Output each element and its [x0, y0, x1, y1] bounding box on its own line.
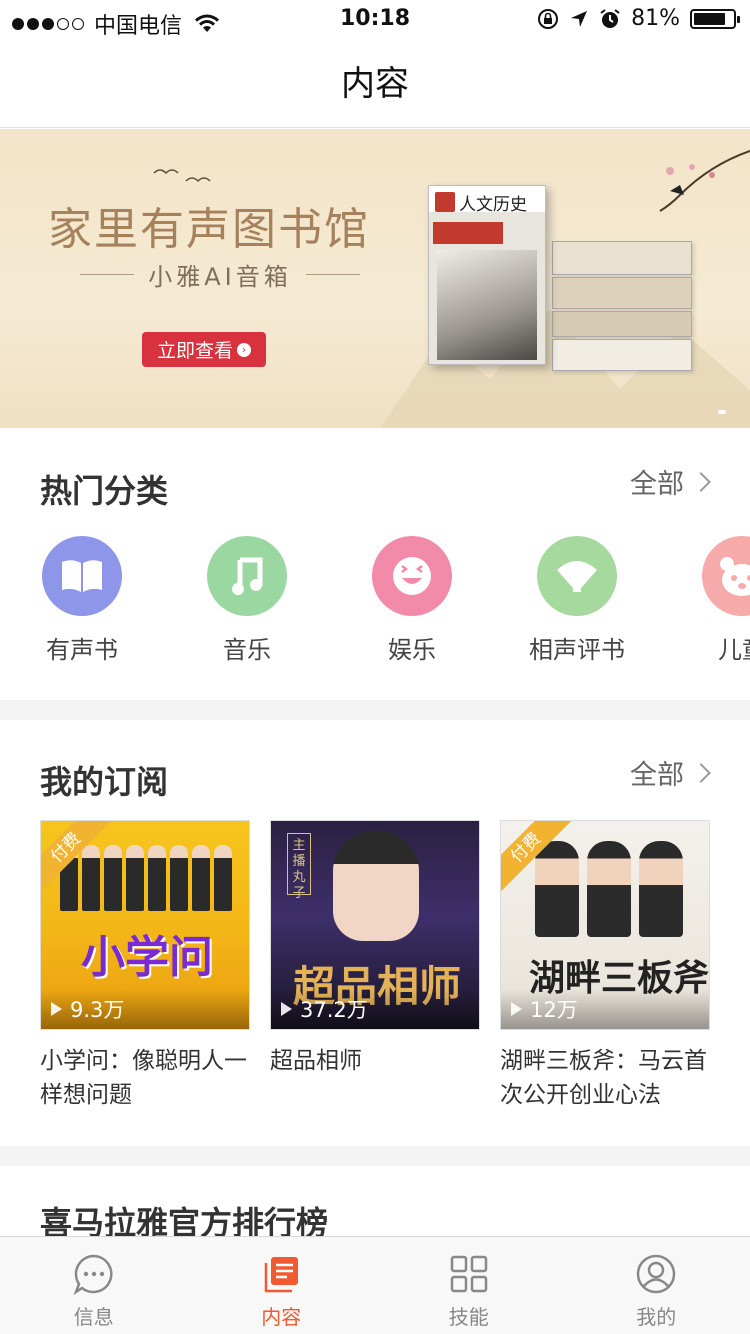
- tab-label: 信息: [73, 1305, 114, 1329]
- cover-hosts: [529, 841, 689, 941]
- magazine-logo-icon: [435, 192, 455, 212]
- category-label: 有声书: [46, 636, 118, 664]
- play-count-value: 12万: [530, 998, 578, 1022]
- category-entertainment[interactable]: 娱乐: [337, 536, 487, 665]
- tab-label: 我的: [636, 1305, 677, 1329]
- banner-subtitle-row: 小雅AI音箱: [80, 257, 360, 292]
- hot-categories-all-label: 全部: [630, 469, 684, 500]
- book-stack-item: [552, 277, 692, 309]
- play-icon: [511, 1002, 522, 1016]
- album-cover[interactable]: 主播丸子 超品相师 37.2万: [270, 820, 480, 1030]
- fan-icon: [537, 536, 617, 616]
- battery-level: [694, 12, 725, 25]
- status-right: 81%: [537, 6, 740, 31]
- subscription-card[interactable]: 主播丸子 超品相师 37.2万 超品相师: [270, 820, 480, 1078]
- banner-divider-right: [305, 274, 360, 275]
- tab-messages[interactable]: 信息: [0, 1237, 188, 1334]
- carousel-indicator: [718, 410, 726, 414]
- play-count: 12万: [501, 989, 709, 1029]
- play-icon: [51, 1002, 62, 1016]
- album-cover[interactable]: 小学问 付费 9.3万: [40, 820, 250, 1030]
- banner-subtitle: 小雅AI音箱: [148, 263, 292, 291]
- tab-bar: 信息 内容 技能 我的: [0, 1236, 750, 1334]
- profile-icon: [637, 1254, 676, 1294]
- magazine-red-strip: [433, 222, 503, 244]
- section-divider: [0, 700, 750, 720]
- subscription-title: 超品相师: [270, 1048, 362, 1074]
- play-count: 37.2万: [271, 989, 479, 1029]
- category-music[interactable]: 音乐: [172, 536, 322, 665]
- cover-portrait: [333, 831, 419, 941]
- my-subscriptions-all-link[interactable]: 全部: [630, 753, 711, 792]
- cover-hosts: [51, 845, 241, 915]
- subscription-card[interactable]: 小学问 付费 9.3万 小学问：像聪明人一样想问题: [40, 820, 250, 1112]
- play-count-value: 37.2万: [300, 998, 368, 1022]
- tab-label: 技能: [448, 1305, 489, 1329]
- banner-divider-left: [80, 274, 135, 275]
- cover-title: 小学问: [81, 932, 213, 983]
- book-stack-item: [552, 311, 692, 337]
- category-label: 儿童: [718, 636, 750, 664]
- hot-categories-title: 热门分类: [40, 472, 169, 510]
- tab-content[interactable]: 内容: [188, 1237, 376, 1334]
- tab-label: 内容: [261, 1305, 302, 1329]
- hot-categories-all-link[interactable]: 全部: [630, 462, 711, 501]
- category-crosstalk[interactable]: 相声评书: [502, 536, 652, 665]
- battery-percent: 81%: [631, 6, 680, 31]
- cover-host-tag: 主播丸子: [287, 833, 311, 901]
- category-children[interactable]: 儿童: [667, 536, 750, 665]
- tab-profile[interactable]: 我的: [563, 1237, 750, 1334]
- arrow-right-circle-icon: ›: [237, 342, 251, 357]
- tab-skills[interactable]: 技能: [375, 1237, 563, 1334]
- smiley-icon: [372, 536, 452, 616]
- music-note-icon: [207, 536, 287, 616]
- plum-branch-decoration-icon: [659, 150, 750, 212]
- banner-title: 家里有声图书馆: [48, 204, 370, 255]
- birds-decoration-icon: [153, 169, 211, 183]
- book-stack-item: [552, 339, 692, 371]
- play-count: 9.3万: [41, 989, 249, 1029]
- my-subscriptions-all-label: 全部: [630, 760, 684, 791]
- content-list-icon: [265, 1257, 299, 1293]
- category-label: 相声评书: [529, 636, 625, 664]
- chat-bubble-icon: [73, 1254, 113, 1295]
- book-open-icon: [42, 536, 122, 616]
- magazine-title: 人文历史: [459, 195, 527, 215]
- promo-banner[interactable]: 家里有声图书馆 小雅AI音箱 立即查看 › 人文历史: [0, 129, 750, 428]
- category-label: 音乐: [223, 636, 271, 664]
- chevron-right-icon: [691, 471, 711, 492]
- play-count-value: 9.3万: [70, 998, 125, 1022]
- section-divider: [0, 1146, 750, 1166]
- status-bar: 中国电信 10:18 81%: [0, 0, 750, 40]
- category-row: 有声书 音乐 娱乐 相声评书 儿童: [0, 536, 750, 666]
- location-arrow-icon: [571, 10, 588, 27]
- subscription-card[interactable]: 湖畔三板斧 付费 12万 湖畔三板斧：马云首次公开创业心法: [500, 820, 710, 1112]
- chevron-right-icon: [691, 762, 711, 783]
- alarm-icon: [600, 8, 620, 28]
- view-now-button[interactable]: 立即查看 ›: [142, 332, 266, 367]
- subscription-title: 湖畔三板斧：马云首次公开创业心法: [500, 1048, 707, 1108]
- nav-bar: 内容: [0, 40, 750, 128]
- view-now-label: 立即查看: [156, 340, 233, 362]
- subscription-title: 小学问：像聪明人一样想问题: [40, 1048, 247, 1108]
- rotation-lock-icon: [538, 8, 559, 29]
- play-icon: [281, 1002, 292, 1016]
- category-label: 娱乐: [388, 636, 436, 664]
- book-stack-item: [552, 241, 692, 275]
- grid-icon: [450, 1255, 487, 1293]
- bear-icon: [702, 536, 750, 616]
- album-cover[interactable]: 湖畔三板斧 付费 12万: [500, 820, 710, 1030]
- battery-icon: [690, 8, 740, 29]
- page-title: 内容: [341, 64, 409, 104]
- my-subscriptions-title: 我的订阅: [40, 763, 169, 801]
- category-audiobook[interactable]: 有声书: [7, 536, 157, 665]
- magazine-illustration: [437, 250, 537, 360]
- magazine-cover: 人文历史: [428, 185, 546, 365]
